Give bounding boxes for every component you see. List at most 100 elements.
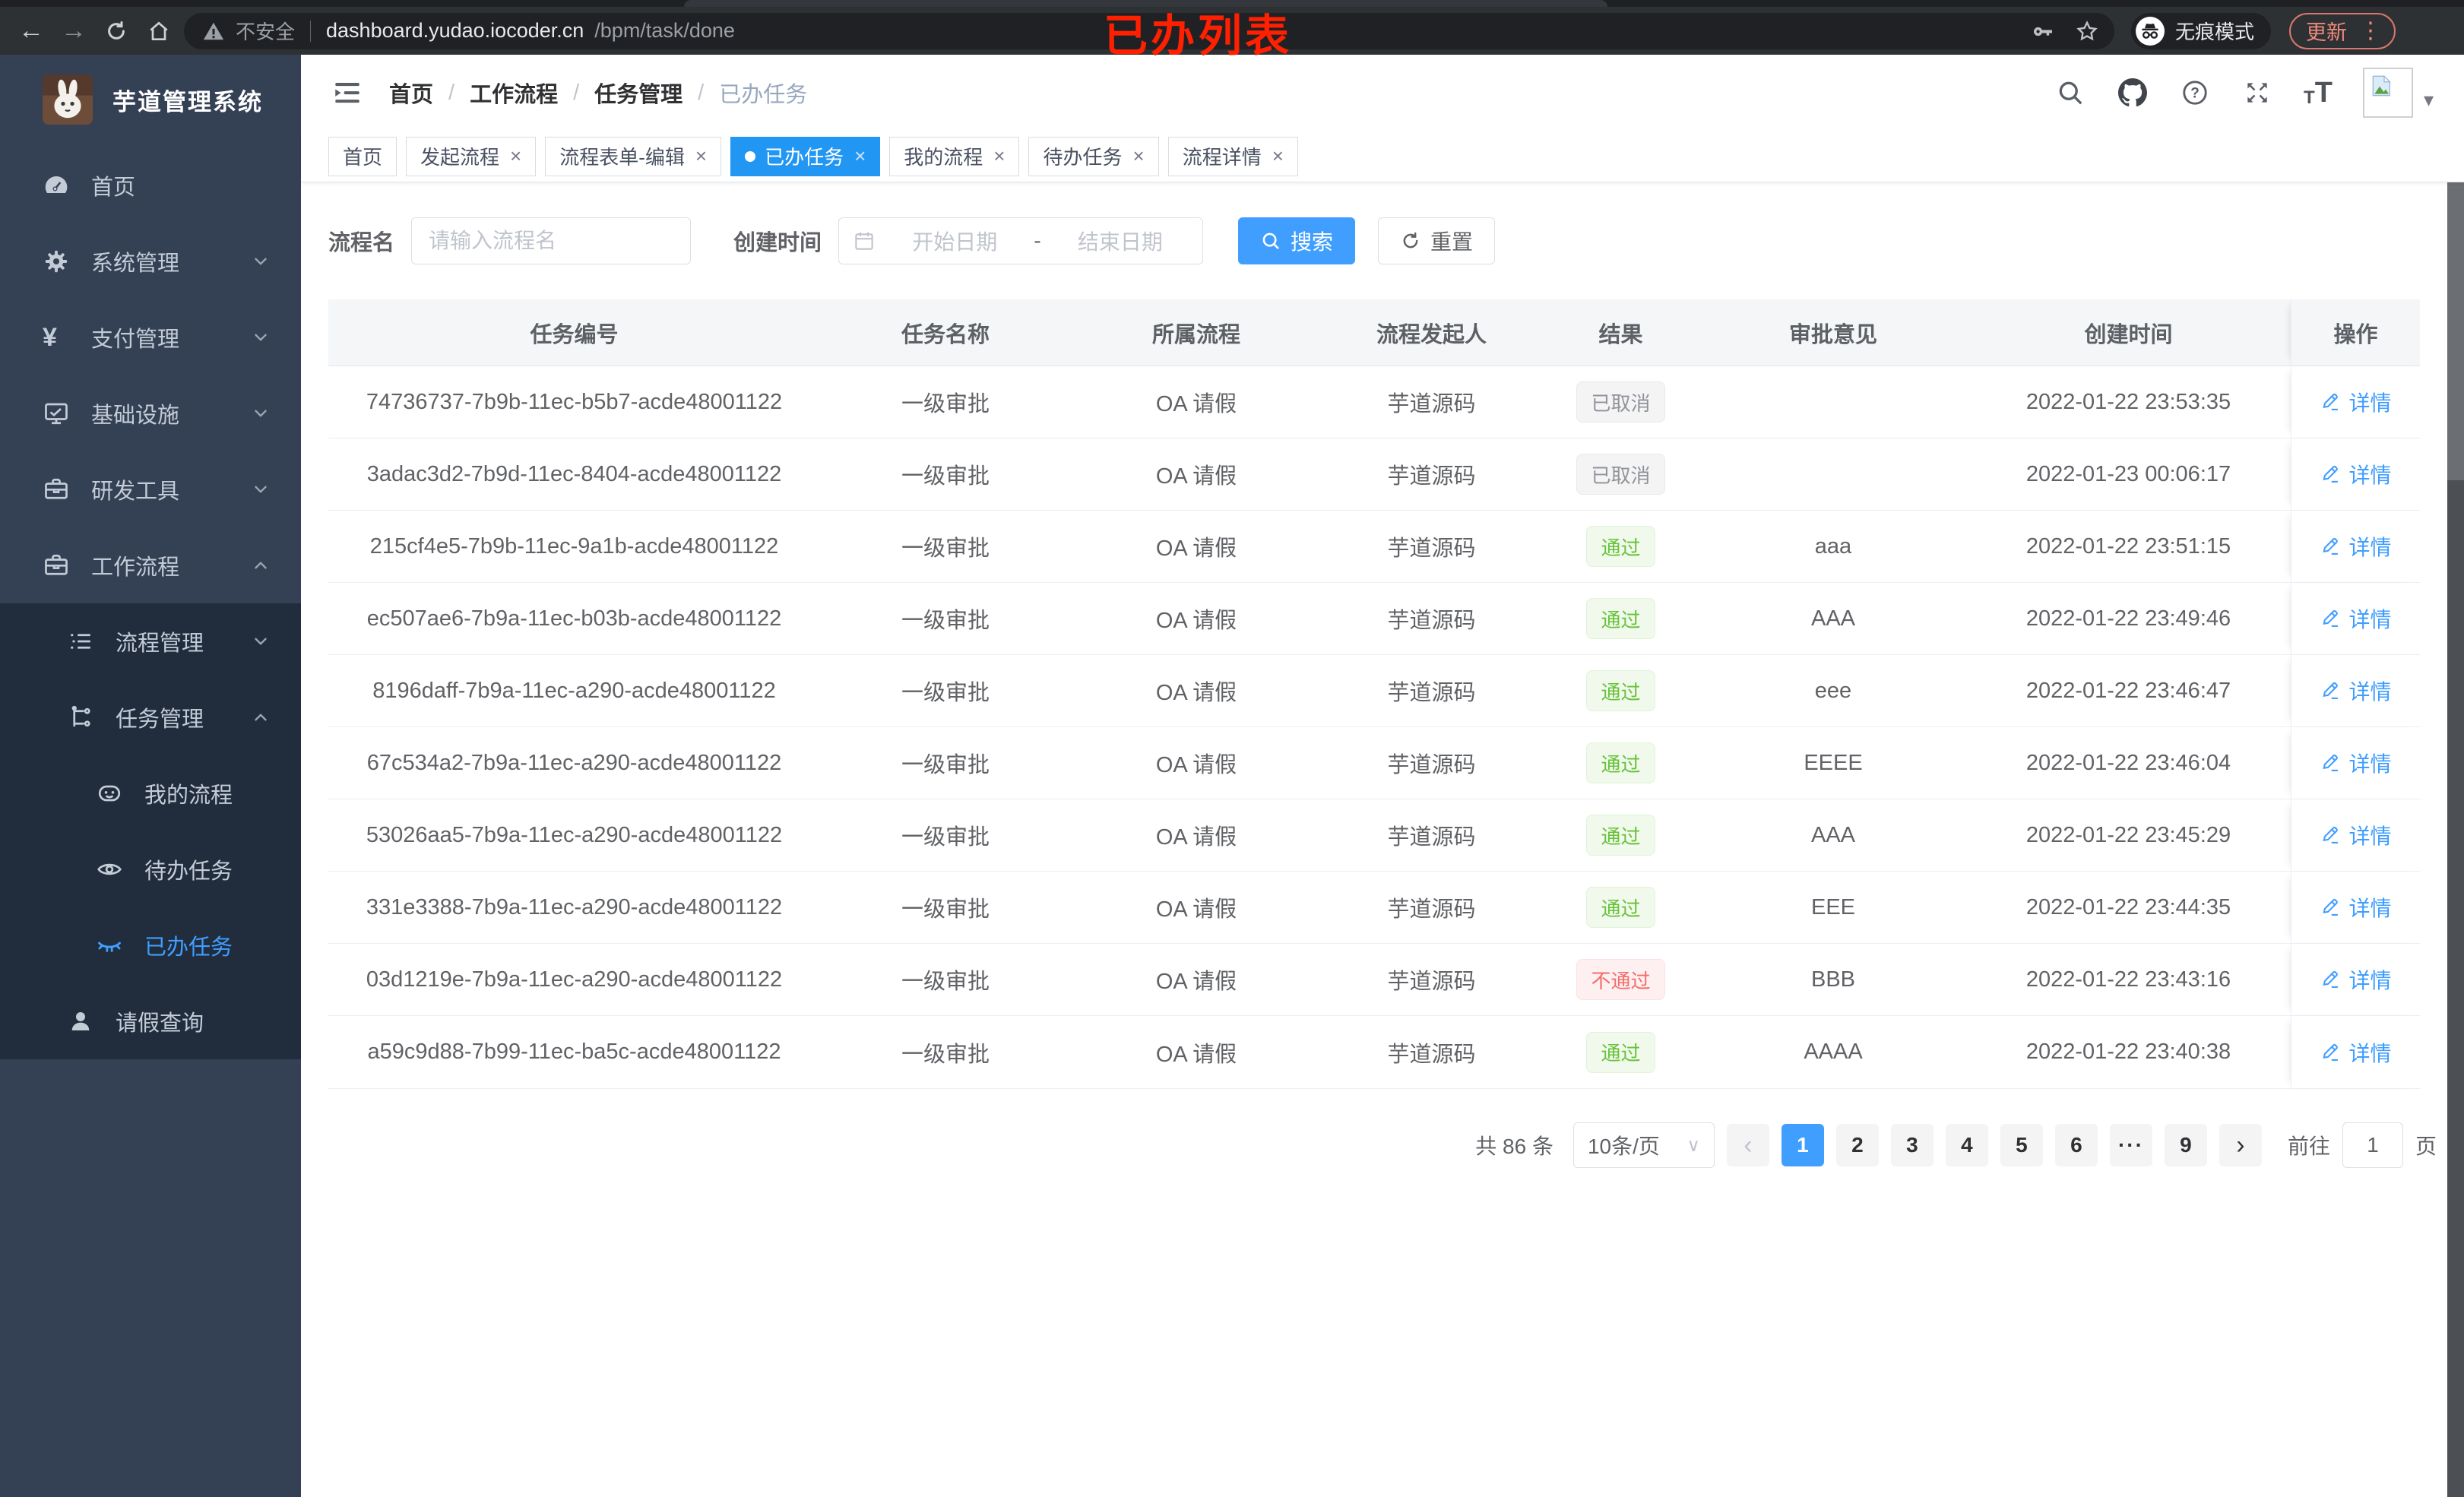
browser-chrome: ← → 不安全 dashboard.yudao.iocoder.cn/bpm/t…	[0, 0, 2464, 61]
reload-icon[interactable]	[99, 14, 134, 49]
tab-done-tasks[interactable]: 已办任务 ×	[730, 136, 881, 176]
page-button-9[interactable]: 9	[2164, 1124, 2207, 1166]
tab-label: 已办任务	[765, 146, 844, 169]
tab-my-process[interactable]: 我的流程 ×	[889, 136, 1020, 176]
close-icon[interactable]: ×	[508, 144, 521, 168]
create-time-label: 创建时间	[733, 231, 822, 255]
detail-button[interactable]: 详情	[2320, 676, 2392, 706]
table-row: 74736737-7b9b-11ec-b5b7-acde48001122 一级审…	[328, 366, 2420, 438]
logo-rabbit-image	[43, 74, 93, 125]
sidebar-menu: 首页 系统管理 ¥ 支付管理 基础设施 研发工具 工作流程 流程管理 任务管理 …	[0, 147, 301, 1059]
forward-icon[interactable]: →	[56, 14, 91, 49]
cell-result: 已取消	[1541, 366, 1700, 438]
sidebar-item-process-management[interactable]: 流程管理	[0, 603, 301, 679]
sidebar-item-home[interactable]: 首页	[0, 147, 301, 223]
sidebar-item-system-management[interactable]: 系统管理	[0, 223, 301, 299]
main-area: 首页 / 工作流程 / 任务管理 / 已办任务 ? TT ▾ 首页 发起流程 ×…	[301, 55, 2464, 1497]
hamburger-icon[interactable]	[331, 77, 363, 109]
breadcrumb-item[interactable]: 首页	[389, 77, 433, 109]
close-icon[interactable]: ×	[853, 144, 866, 168]
page-button-3[interactable]: 3	[1890, 1124, 1934, 1166]
cell-process: OA 请假	[1155, 825, 1237, 850]
page-button-1[interactable]: 1	[1781, 1124, 1824, 1166]
page-button-2[interactable]: 2	[1835, 1124, 1879, 1166]
page-button-6[interactable]: 6	[2054, 1124, 2098, 1166]
warning-icon[interactable]	[202, 20, 225, 43]
cell-starter: 芋道源码	[1387, 970, 1476, 994]
sidebar-item-infrastructure[interactable]: 基础设施	[0, 375, 301, 451]
update-button[interactable]: 更新 ⋮	[2289, 12, 2396, 49]
incognito-badge: 无痕模式	[2131, 12, 2272, 49]
sidebar-item-dev-tools[interactable]: 研发工具	[0, 451, 301, 527]
close-icon[interactable]: ×	[1271, 144, 1284, 168]
close-icon[interactable]: ×	[1132, 144, 1145, 168]
avatar[interactable]	[2362, 68, 2413, 118]
font-size-icon[interactable]: TT	[2304, 78, 2333, 107]
reset-button[interactable]: 重置	[1378, 217, 1496, 264]
cell-task-name: 一级审批	[901, 609, 990, 633]
detail-button[interactable]: 详情	[2320, 459, 2392, 489]
tab-todo-tasks[interactable]: 待办任务 ×	[1028, 136, 1159, 176]
url-divider	[310, 20, 312, 42]
page-scrollbar[interactable]	[2447, 55, 2464, 1497]
star-icon[interactable]	[2075, 19, 2099, 43]
sidebar-item-done-task[interactable]: 已办任务	[0, 907, 301, 983]
detail-button[interactable]: 详情	[2320, 1037, 2392, 1068]
tab-form-editor[interactable]: 流程表单-编辑 ×	[545, 136, 722, 176]
date-range-input[interactable]: 开始日期 - 结束日期	[838, 217, 1204, 264]
table-row: ec507ae6-7b9a-11ec-b03b-acde48001122 一级审…	[328, 583, 2420, 655]
pagination-total: 共 86 条	[1475, 1135, 1553, 1158]
back-icon[interactable]: ←	[14, 14, 49, 49]
cell-actions: 详情	[2291, 655, 2420, 726]
sidebar-item-task-management[interactable]: 任务管理	[0, 679, 301, 755]
breadcrumb-item[interactable]: 任务管理	[594, 77, 683, 109]
tab-create-process[interactable]: 发起流程 ×	[406, 136, 537, 176]
pencil-icon	[2320, 608, 2341, 629]
close-icon[interactable]: ×	[694, 144, 707, 168]
sidebar-item-workflow[interactable]: 工作流程	[0, 527, 301, 603]
chevron-down-icon: ∨	[1686, 1135, 1700, 1156]
prev-page-button[interactable]: ‹	[1726, 1124, 1769, 1166]
detail-button[interactable]: 详情	[2320, 820, 2392, 850]
sidebar-item-todo-task[interactable]: 待办任务	[0, 831, 301, 907]
close-icon[interactable]: ×	[992, 144, 1005, 168]
caret-down-icon[interactable]: ▾	[2424, 88, 2434, 118]
github-icon[interactable]	[2117, 77, 2149, 109]
cell-task-id: 67c534a2-7b9a-11ec-a290-acde48001122	[366, 750, 782, 775]
search-icon[interactable]	[2054, 77, 2086, 109]
next-page-button[interactable]: ›	[2219, 1124, 2262, 1166]
goto-page-input[interactable]	[2342, 1122, 2403, 1168]
user-menu[interactable]: ▾	[2362, 68, 2434, 118]
cell-starter: 芋道源码	[1387, 1042, 1476, 1067]
detail-button[interactable]: 详情	[2320, 748, 2392, 778]
pagination-ellipsis[interactable]: ···	[2109, 1124, 2152, 1166]
sidebar-item-leave-query[interactable]: 请假查询	[0, 983, 301, 1059]
key-icon[interactable]	[2031, 19, 2055, 43]
breadcrumb-item[interactable]: 工作流程	[470, 77, 558, 109]
cell-task-id: 8196daff-7b9a-11ec-a290-acde48001122	[372, 678, 776, 703]
search-button[interactable]: 搜索	[1238, 217, 1356, 264]
end-date-placeholder: 结束日期	[1077, 230, 1163, 254]
security-label[interactable]: 不安全	[236, 17, 295, 45]
sidebar-item-payment-management[interactable]: ¥ 支付管理	[0, 299, 301, 375]
detail-button[interactable]: 详情	[2320, 603, 2392, 634]
detail-button[interactable]: 详情	[2320, 892, 2392, 923]
cell-comment	[1700, 438, 1966, 510]
process-name-input[interactable]	[411, 217, 692, 264]
sidebar-logo[interactable]: 芋道管理系统	[0, 55, 301, 147]
page-button-5[interactable]: 5	[2000, 1124, 2043, 1166]
cell-task-name: 一级审批	[901, 1042, 990, 1067]
fullscreen-icon[interactable]	[2241, 77, 2273, 109]
help-icon[interactable]: ?	[2179, 77, 2211, 109]
home-icon[interactable]	[141, 14, 176, 49]
page-size-select[interactable]: 10条/页 ∨	[1572, 1122, 1715, 1168]
tab-process-detail[interactable]: 流程详情 ×	[1167, 136, 1298, 176]
detail-button[interactable]: 详情	[2320, 387, 2392, 417]
browser-menu-icon[interactable]: ⋮	[2359, 19, 2386, 43]
sidebar-item-my-process[interactable]: 我的流程	[0, 755, 301, 831]
tab-home[interactable]: 首页	[328, 136, 397, 176]
detail-button[interactable]: 详情	[2320, 531, 2392, 562]
app-title: 芋道管理系统	[112, 88, 263, 116]
detail-button[interactable]: 详情	[2320, 964, 2392, 995]
page-button-4[interactable]: 4	[1945, 1124, 1988, 1166]
